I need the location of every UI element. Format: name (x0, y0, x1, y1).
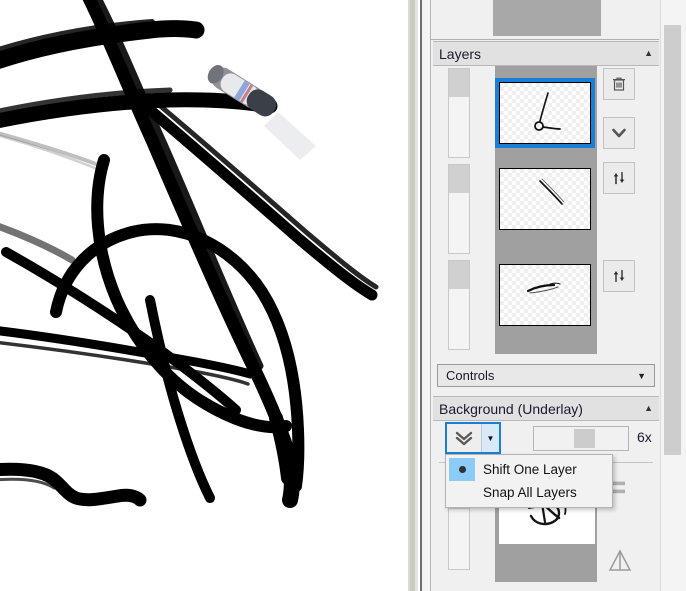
reorder-layer-button-2[interactable] (603, 260, 635, 292)
menu-item-shift-one-layer[interactable]: Shift One Layer (446, 458, 612, 481)
underlay-zoom-value: 6x (637, 429, 652, 445)
up-down-arrows-icon (613, 269, 625, 283)
layer-thumbnail-sketch (526, 282, 561, 294)
chevron-up-icon[interactable]: ▲ (644, 49, 653, 58)
double-chevron-down-icon (455, 431, 473, 446)
layer-thumbnail-frame (495, 160, 597, 256)
layer-row[interactable] (433, 66, 659, 160)
slider-handle[interactable] (449, 165, 469, 193)
chevron-down-icon[interactable]: ▼ (637, 371, 646, 381)
slider-handle[interactable] (449, 69, 469, 97)
background-section-header[interactable]: Background (Underlay) ▲ (433, 396, 659, 421)
shift-layer-dropdown-arrow[interactable]: ▼ (481, 424, 499, 452)
partial-thumbnail-frame (493, 0, 601, 36)
underlay-zoom-slider[interactable] (533, 426, 629, 451)
panel-vertical-scrollbar[interactable] (660, 0, 686, 591)
shift-layer-button-main[interactable] (447, 424, 481, 452)
trash-icon (613, 77, 625, 91)
right-dock-panel: Layers ▲ Controls ▼ Background (Underlay… (430, 0, 686, 591)
layers-section-header[interactable]: Layers ▲ (433, 41, 659, 66)
canvas-ink-strokes (0, 0, 379, 508)
slider-handle[interactable] (574, 429, 595, 448)
layer-thumbnail[interactable] (495, 78, 595, 148)
menu-item-label: Snap All Layers (483, 485, 577, 500)
shift-mode-menu[interactable]: Shift One Layer Snap All Layers (445, 454, 613, 508)
scrollbar-thumb[interactable] (664, 25, 681, 455)
radio-unselected-icon (449, 481, 475, 504)
menu-item-label: Shift One Layer (483, 462, 577, 477)
layer-thumbnail[interactable] (499, 264, 591, 326)
mirror-button[interactable] (607, 548, 633, 574)
chevron-down-icon (612, 128, 626, 138)
layers-list (433, 66, 659, 360)
background-underlay-body: ▼ 6x Shift One Layer Snap All Layers (433, 422, 659, 589)
radio-dot (458, 466, 466, 473)
layer-thumbnail-frame (495, 256, 597, 354)
layers-section-title: Layers (439, 45, 482, 62)
layer-thumbnail[interactable] (499, 168, 591, 230)
layer-row[interactable] (433, 160, 659, 256)
up-down-arrows-icon (613, 171, 625, 185)
layer-opacity-slider[interactable] (448, 164, 470, 254)
radio-selected-icon (449, 458, 475, 481)
menu-item-snap-all-layers[interactable]: Snap All Layers (446, 481, 612, 504)
drawing-canvas[interactable] (0, 0, 406, 591)
panel-top-filler (431, 0, 659, 40)
shift-layer-button[interactable]: ▼ (445, 422, 501, 454)
application-window: Layers ▲ Controls ▼ Background (Underlay… (0, 0, 686, 591)
controls-combobox-label: Controls (446, 368, 495, 383)
controls-combobox[interactable]: Controls ▼ (437, 364, 655, 387)
layer-thumbnail-sketch (539, 178, 565, 205)
merge-down-button[interactable] (603, 117, 635, 149)
background-section-title: Background (Underlay) (439, 400, 583, 417)
layer-opacity-slider[interactable] (448, 260, 470, 350)
delete-layer-button[interactable] (603, 68, 635, 100)
panel-splitter[interactable] (406, 0, 430, 591)
stylus-pen-cursor (207, 64, 316, 160)
layer-thumbnail-frame (495, 66, 597, 160)
layer-opacity-slider[interactable] (448, 68, 470, 158)
slider-handle[interactable] (449, 261, 469, 289)
layer-thumbnail-sketch (534, 92, 561, 131)
triangle-mirror-icon (608, 549, 632, 571)
reorder-layer-button[interactable] (603, 162, 635, 194)
caret-down-glyph: ▼ (486, 433, 495, 443)
layer-row[interactable] (433, 256, 659, 360)
chevron-up-icon[interactable]: ▲ (644, 404, 653, 413)
